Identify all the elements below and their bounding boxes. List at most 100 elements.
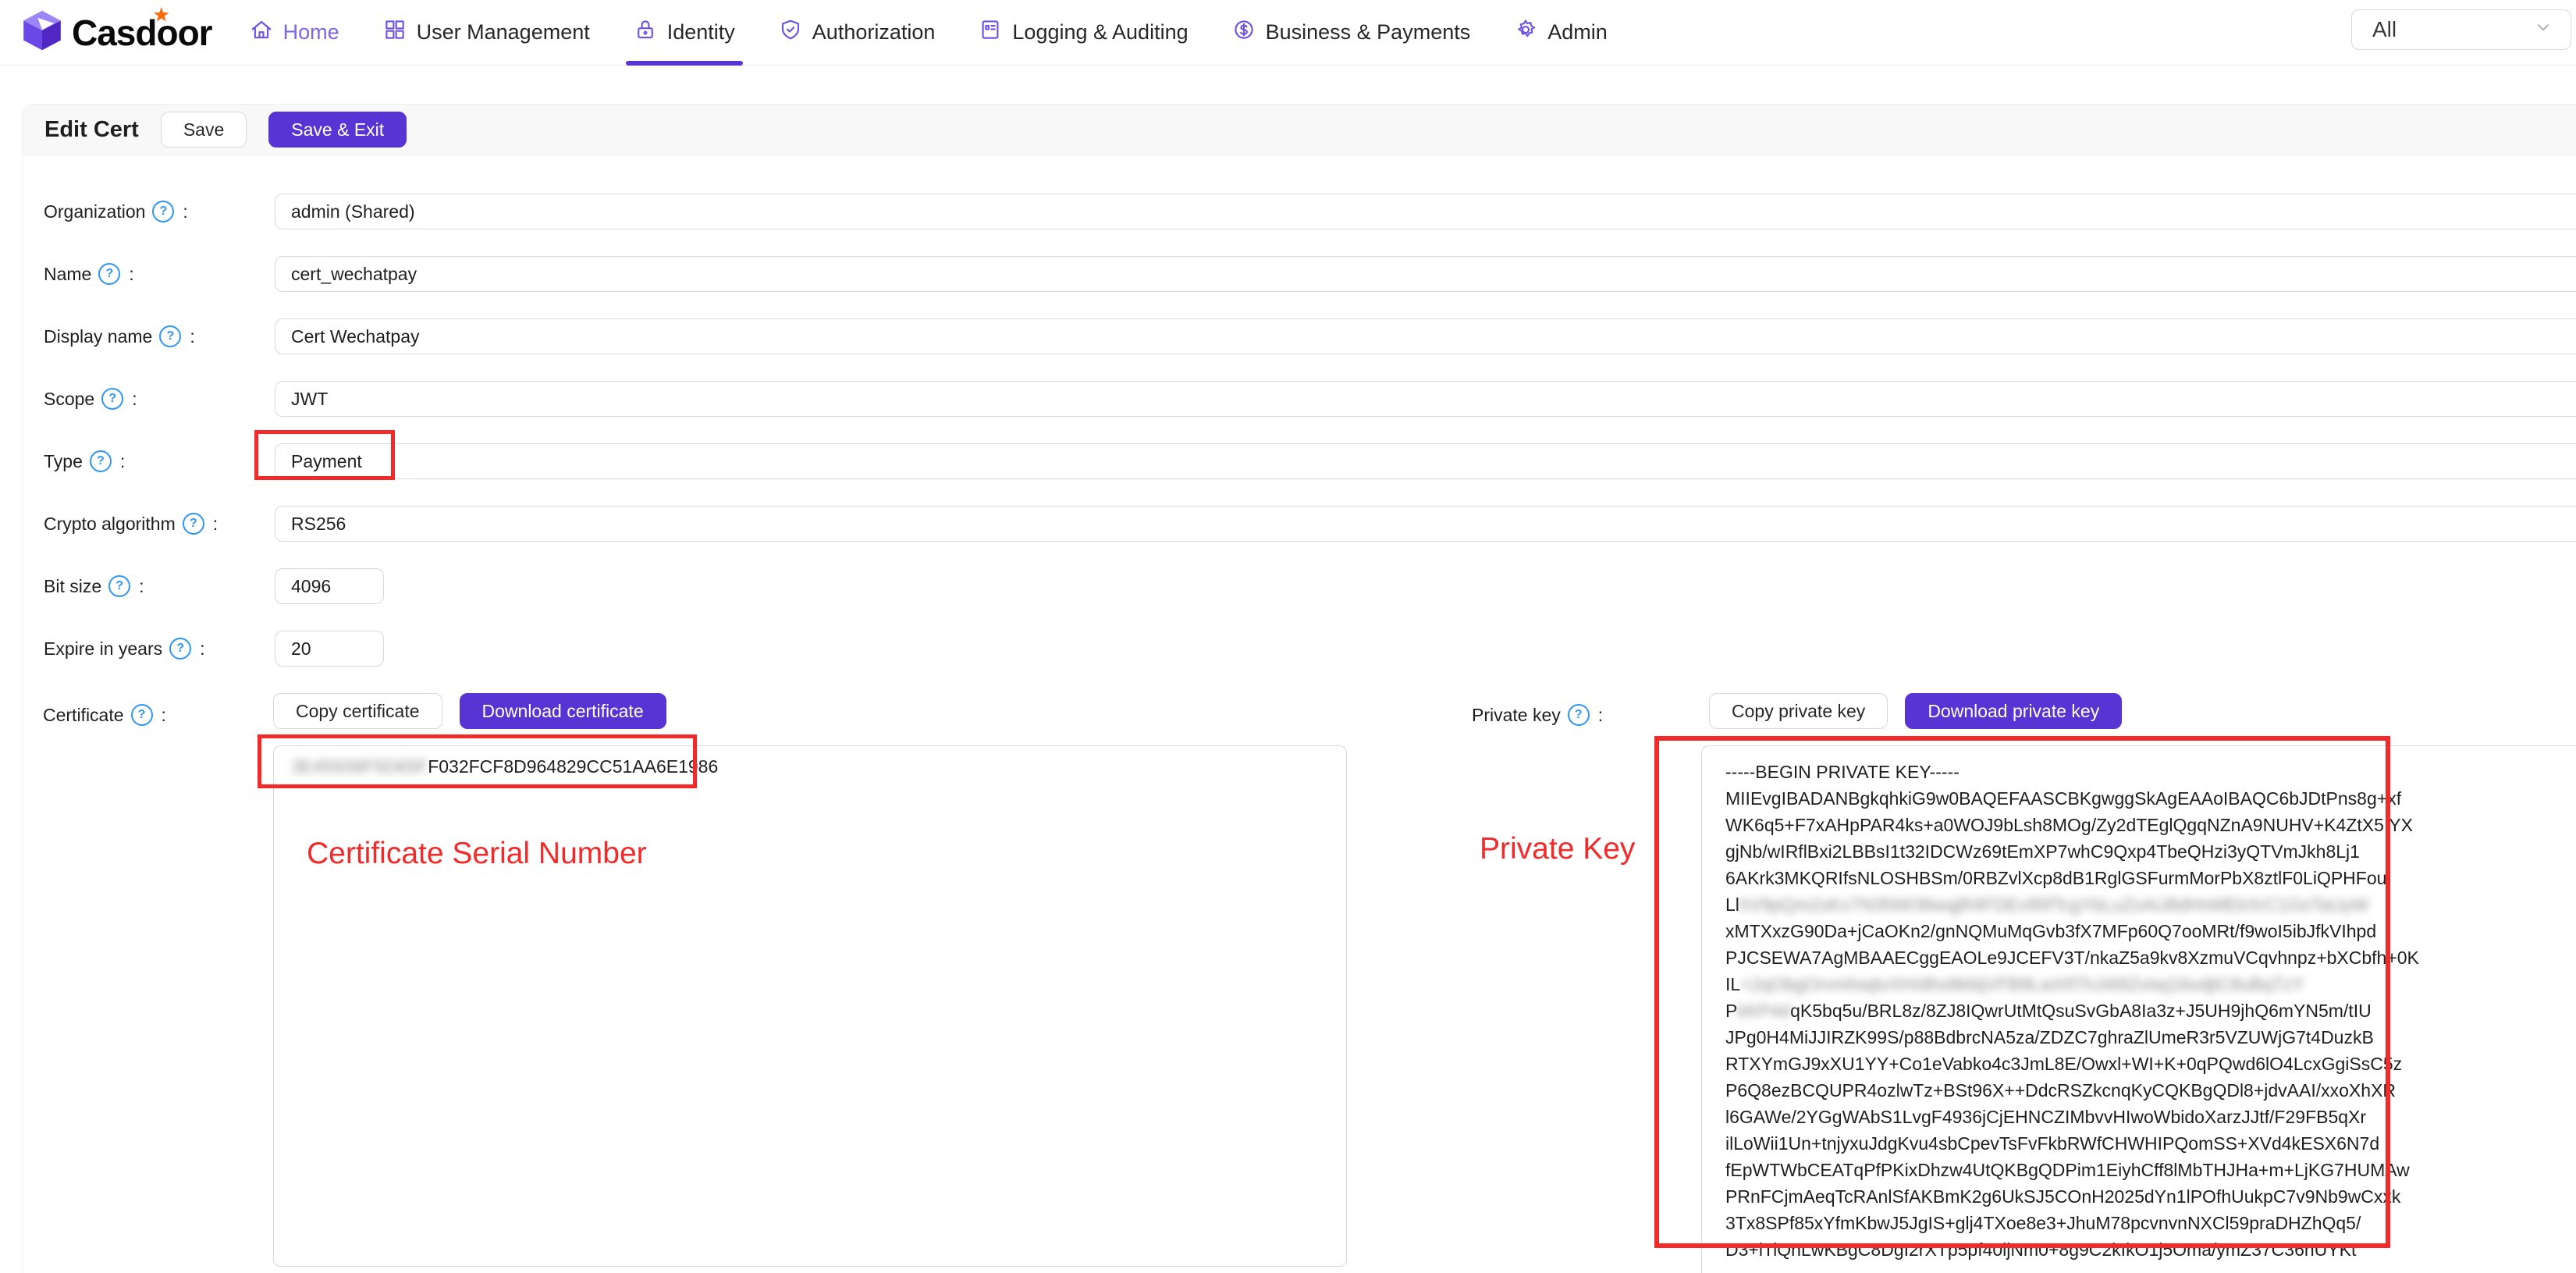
certificate-textarea[interactable]: 3E45939F5D65FF032FCF8D964829CC51AA6E1986 <box>273 745 1347 1267</box>
audit-log-icon <box>979 18 1002 47</box>
copy-certificate-button[interactable]: Copy certificate <box>273 693 442 729</box>
display-name-input[interactable]: Cert Wechatpay <box>275 318 2576 354</box>
main-nav: Home User Management Identity Authorizat… <box>228 0 1629 66</box>
display-name-label: Display name <box>44 325 275 347</box>
scope-label: Scope <box>44 388 275 410</box>
chevron-down-icon <box>2533 17 2553 43</box>
help-icon <box>131 704 153 726</box>
page-title: Edit Cert <box>44 117 139 143</box>
private-key-line: P6Q8ezBCQUPR4ozlwTz+BSt96X++DdcRSZkcnqKy… <box>1725 1077 2576 1104</box>
private-key-line: PJCSEWA7AgMBAAECggEAOLe9JCEFV3T/nkaZ5a9k… <box>1725 944 2576 971</box>
private-key-line: MIIEvgIBADANBgkqhkiG9w0BAQEFAASCBKgwggSk… <box>1725 785 2576 812</box>
certificate-label: Certificate <box>43 697 166 733</box>
casdoor-cube-icon <box>20 9 64 56</box>
form-row-crypto-algorithm: Crypto algorithm RS256 <box>44 506 2576 542</box>
private-key-line: 3Tx8SPf85xYfmKbwJ5JgIS+glj4TXoe8e3+JhuM7… <box>1725 1210 2576 1236</box>
crypto-algorithm-label: Crypto algorithm <box>44 513 275 535</box>
nav-item-user-management[interactable]: User Management <box>361 0 612 66</box>
download-private-key-button[interactable]: Download private key <box>1905 693 2122 729</box>
organization-filter-select[interactable]: All <box>2351 9 2571 50</box>
scope-select[interactable]: JWT <box>275 381 2576 417</box>
nav-item-admin[interactable]: Admin <box>1492 0 1629 66</box>
form-row-scope: Scope JWT <box>44 381 2576 417</box>
expire-years-input[interactable]: 20 <box>275 631 384 667</box>
gear-icon <box>1514 18 1537 47</box>
panel-header: Edit Cert Save Save & Exit <box>23 105 2576 155</box>
help-icon <box>108 575 130 597</box>
form-row-expire-years: Expire in years 20 <box>44 631 2576 667</box>
nav-label: Authorization <box>812 20 936 44</box>
form-body: Organization admin (Shared) Name cert_we… <box>23 155 2576 667</box>
help-icon <box>1568 704 1590 726</box>
organization-label: Organization <box>44 201 275 222</box>
casdoor-logo[interactable]: Casdoor ★ <box>20 9 212 56</box>
private-key-line: D3+iTiQnLwKBgC8DgI2rXTp5pf40ljNm0+8g9C2k… <box>1725 1236 2576 1263</box>
lock-icon <box>634 18 657 47</box>
nav-item-identity[interactable]: Identity <box>612 0 757 66</box>
nav-item-home[interactable]: Home <box>228 0 361 66</box>
nav-label: Business & Payments <box>1266 20 1471 44</box>
dollar-circle-icon <box>1232 18 1256 47</box>
nav-item-business-payments[interactable]: Business & Payments <box>1210 0 1493 66</box>
expire-years-label: Expire in years <box>44 638 275 660</box>
form-row-display-name: Display name Cert Wechatpay <box>44 318 2576 354</box>
private-key-buttons: Copy private key Download private key <box>1709 693 2122 729</box>
form-row-type: Type Payment <box>44 443 2576 479</box>
copy-private-key-button[interactable]: Copy private key <box>1709 693 1888 729</box>
certificate-serial-redacted: 3E45939F5D65F <box>291 756 428 777</box>
logo-star-icon: ★ <box>153 4 170 27</box>
private-key-label: Private key <box>1472 697 1603 733</box>
nav-label: Identity <box>667 20 735 44</box>
name-input[interactable]: cert_wechatpay <box>275 256 2576 292</box>
save-button[interactable]: Save <box>161 112 247 148</box>
private-key-line: RTXYmGJ9xXU1YY+Co1eVabko4c3JmL8E/Owxl+WI… <box>1725 1051 2576 1077</box>
nav-label: User Management <box>417 20 590 44</box>
type-label: Type <box>44 450 275 472</box>
name-label: Name <box>44 263 275 285</box>
private-key-line: ilLoWii1Un+tnjyxuJdgKvu4sbCpevTsFvFkbRWf… <box>1725 1130 2576 1157</box>
certificate-buttons: Copy certificate Download certificate <box>273 693 666 729</box>
home-icon <box>250 18 273 47</box>
nav-item-authorization[interactable]: Authorization <box>757 0 958 66</box>
appstore-grid-icon <box>383 18 407 47</box>
private-key-line: PRnFCjmAeqTcRAnlSfAKBmK2g6UkSJ5COnH2025d… <box>1725 1183 2576 1210</box>
private-key-textarea[interactable]: -----BEGIN PRIVATE KEY-----MIIEvgIBADANB… <box>1701 745 2576 1273</box>
private-key-line: xMTXxzG90Da+jCaOKn2/gnNQMuMqGvb3fX7MFp60… <box>1725 918 2576 944</box>
save-and-exit-button[interactable]: Save & Exit <box>268 112 407 148</box>
private-key-line: l6GAWe/2YGgWAbS1LvgF4936jCjEHNCZIMbvvHIw… <box>1725 1104 2576 1130</box>
help-icon <box>183 513 204 535</box>
certificate-serial-visible: F032FCF8D964829CC51AA6E1986 <box>428 756 718 777</box>
help-icon <box>152 201 174 222</box>
nav-label: Logging & Auditing <box>1012 20 1188 44</box>
crypto-algorithm-select[interactable]: RS256 <box>275 506 2576 542</box>
top-nav-bar: Casdoor ★ Home User Management Identi <box>0 0 2576 66</box>
nav-item-logging-auditing[interactable]: Logging & Auditing <box>957 0 1210 66</box>
bit-size-input[interactable]: 4096 <box>275 568 384 604</box>
nav-label: Admin <box>1547 20 1608 44</box>
shield-check-icon <box>779 18 802 47</box>
private-key-line: gjNb/wIRflBxi2LBBsI1t32IDCWz69tEmXP7whC9… <box>1725 838 2576 865</box>
help-icon <box>169 638 191 660</box>
page: Casdoor ★ Home User Management Identi <box>0 0 2576 1273</box>
form-row-organization: Organization admin (Shared) <box>44 194 2576 229</box>
form-row-bit-size: Bit size 4096 <box>44 568 2576 604</box>
form-row-name: Name cert_wechatpay <box>44 256 2576 292</box>
help-icon <box>90 450 112 472</box>
private-key-line: JPg0H4MiJJIRZK99S/p88BdbrcNA5za/ZDZC7ghr… <box>1725 1024 2576 1051</box>
organization-select[interactable]: admin (Shared) <box>275 194 2576 229</box>
help-icon <box>159 325 181 347</box>
private-key-line: IL+2qObgOrvmhwjtvXH/dhs9k6ijVFB9LwXif7hJ… <box>1725 971 2576 997</box>
organization-filter-value: All <box>2372 17 2397 42</box>
nav-label: Home <box>283 20 339 44</box>
private-key-line: fEpWTWbCEATqPfPKixDhzw4UtQKBgQDPim1EiyhC… <box>1725 1157 2576 1183</box>
logo-text: Casdoor <box>72 12 212 54</box>
private-key-line: LlhV9pQm2sKx7N3NW36wqjR4FDEv95fTcgYbLuZo… <box>1725 891 2576 918</box>
private-key-line: 6AKrk3MKQRIfsNLOSHBSm/0RBZvlXcp8dB1RglGS… <box>1725 865 2576 891</box>
download-certificate-button[interactable]: Download certificate <box>460 693 666 729</box>
help-icon <box>101 388 123 410</box>
help-icon <box>98 263 120 285</box>
type-select[interactable]: Payment <box>275 443 2576 479</box>
private-key-line: -----BEGIN PRIVATE KEY----- <box>1725 759 2576 785</box>
private-key-line: WK6q5+F7xAHpPAR4ks+a0WOJ9bLsh8MOg/Zy2dTE… <box>1725 812 2576 838</box>
bit-size-label: Bit size <box>44 575 275 597</box>
